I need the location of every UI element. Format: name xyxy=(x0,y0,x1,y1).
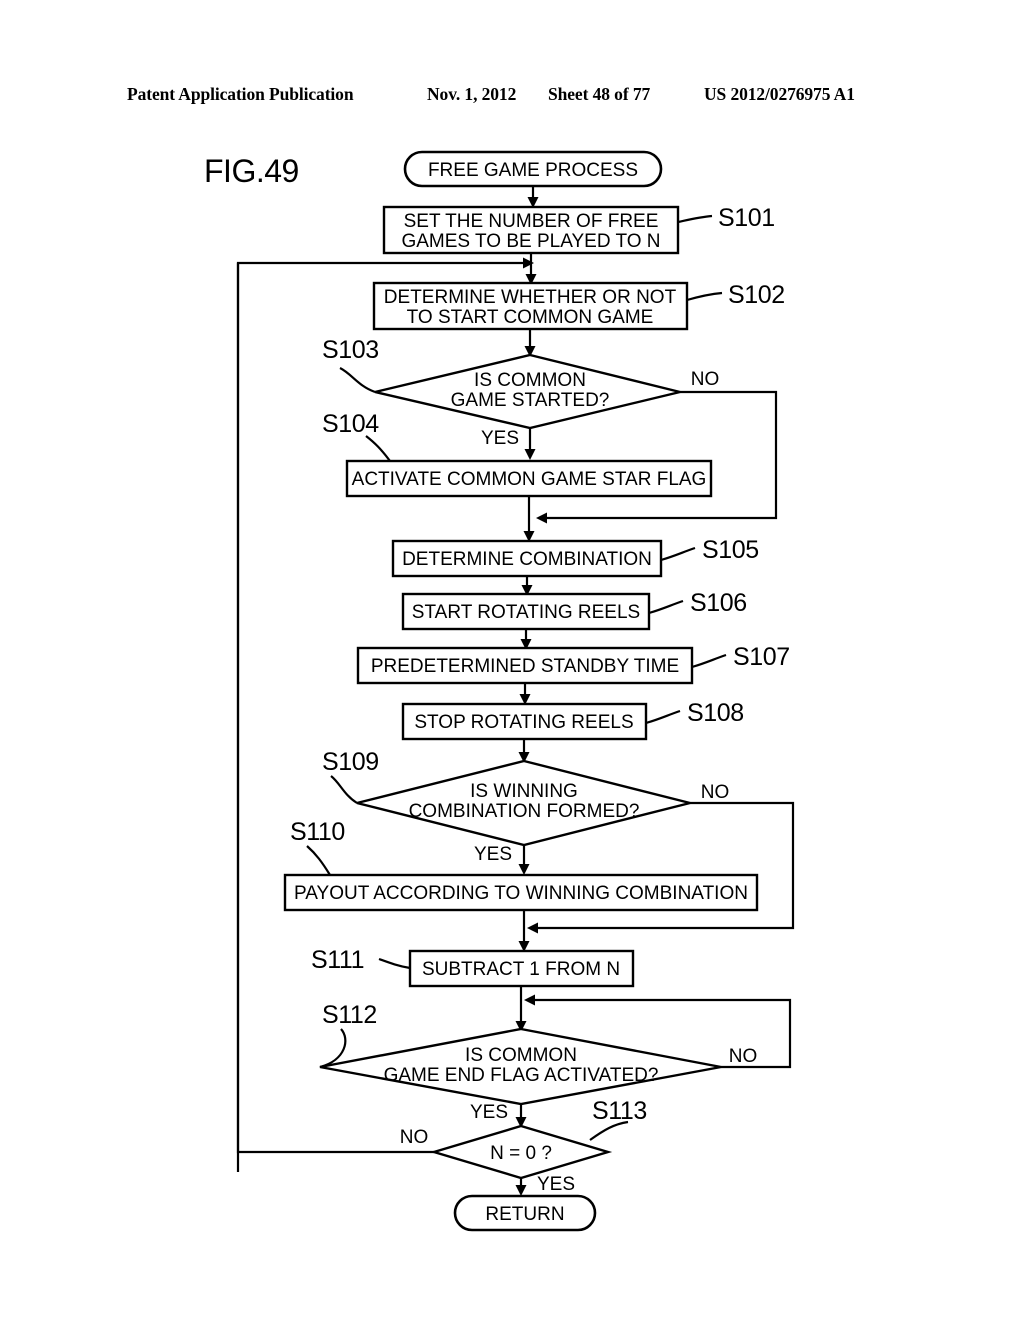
branch-label-s109-yes: YES xyxy=(474,844,512,865)
node-s105-label: DETERMINE COMBINATION xyxy=(402,549,652,570)
node-s110-process: PAYOUT ACCORDING TO WINNING COMBINATION xyxy=(283,873,759,912)
node-s110-label: PAYOUT ACCORDING TO WINNING COMBINATION xyxy=(294,883,748,904)
node-s109-label-line1: IS WINNING xyxy=(470,781,578,802)
leader-s103 xyxy=(339,367,376,394)
node-s102-process: DETERMINE WHETHER OR NOT TO START COMMON… xyxy=(372,281,689,331)
patent-drawing-page: Patent Application Publication Nov. 1, 2… xyxy=(0,0,1024,1320)
edge-s103-yes xyxy=(524,428,536,460)
leader-s105 xyxy=(660,546,696,562)
leader-s104 xyxy=(365,435,391,462)
node-s113-decision: N = 0 ? xyxy=(429,1124,613,1180)
leader-s106 xyxy=(648,599,684,615)
node-s108-label: STOP ROTATING REELS xyxy=(414,712,633,733)
leader-s108 xyxy=(645,709,681,725)
branch-label-s113-yes: YES xyxy=(537,1174,575,1195)
edge-s112-yes xyxy=(515,1104,527,1128)
flowchart-canvas: FREE GAME PROCESS SET THE NUMBER OF FREE… xyxy=(236,150,795,1232)
edge-s111-to-s112 xyxy=(515,986,527,1032)
step-label-s106: S106 xyxy=(690,589,747,617)
step-label-s113: S113 xyxy=(592,1097,647,1125)
node-s106-process: START ROTATING REELS xyxy=(401,592,651,631)
step-label-s103: S103 xyxy=(322,336,379,364)
leader-s112 xyxy=(319,1028,347,1069)
node-s106-label: START ROTATING REELS xyxy=(412,602,640,623)
leader-s109 xyxy=(330,775,358,804)
node-s112-decision: IS COMMON GAME END FLAG ACTIVATED? xyxy=(319,1027,722,1106)
node-s111-process: SUBTRACT 1 FROM N xyxy=(408,949,635,988)
node-s102-label-line1: DETERMINE WHETHER OR NOT xyxy=(384,287,677,308)
node-s107-label: PREDETERMINED STANDBY TIME xyxy=(371,656,679,677)
node-s104-label: ACTIVATE COMMON GAME STAR FLAG xyxy=(352,469,707,490)
edge-s109-yes xyxy=(518,845,530,875)
node-start-label: FREE GAME PROCESS xyxy=(428,160,638,181)
branch-label-s103-yes: YES xyxy=(481,428,519,449)
edge-s102-to-s103 xyxy=(524,329,536,357)
leader-s101 xyxy=(677,214,713,224)
step-label-s110: S110 xyxy=(290,818,345,846)
node-return-terminator: RETURN xyxy=(453,1194,597,1232)
step-label-s101: S101 xyxy=(718,204,775,232)
edge-s113-yes xyxy=(515,1178,527,1196)
node-start-terminator: FREE GAME PROCESS xyxy=(403,150,663,188)
node-s112-label-line1: IS COMMON xyxy=(465,1045,577,1066)
node-return-label: RETURN xyxy=(485,1204,564,1225)
node-s104-process: ACTIVATE COMMON GAME STAR FLAG xyxy=(345,459,713,498)
step-label-s107: S107 xyxy=(733,643,790,671)
node-s102-label-line2: TO START COMMON GAME xyxy=(407,307,654,328)
leader-s111 xyxy=(378,957,411,970)
node-s101-label-line1: SET THE NUMBER OF FREE xyxy=(404,211,659,232)
step-label-s112: S112 xyxy=(322,1001,377,1029)
node-s107-process: PREDETERMINED STANDBY TIME xyxy=(356,646,694,685)
edge-s110-to-s111 xyxy=(518,910,530,952)
branch-label-s113-no: NO xyxy=(400,1127,429,1148)
step-label-s102: S102 xyxy=(728,281,785,309)
step-label-s111: S111 xyxy=(311,946,364,974)
edge-s104-to-s105 xyxy=(523,496,535,542)
node-s101-process: SET THE NUMBER OF FREE GAMES TO BE PLAYE… xyxy=(382,205,680,255)
branch-label-s109-no: NO xyxy=(701,782,730,803)
node-s103-label-line1: IS COMMON xyxy=(474,370,586,391)
step-label-s105: S105 xyxy=(702,536,759,564)
edge-s107-to-s108 xyxy=(519,683,531,705)
node-s112-label-line2: GAME END FLAG ACTIVATED? xyxy=(384,1065,659,1086)
leader-s110 xyxy=(306,845,331,876)
step-label-s104: S104 xyxy=(322,410,379,438)
node-s113-label: N = 0 ? xyxy=(490,1143,552,1164)
branch-label-s112-no: NO xyxy=(729,1046,758,1067)
node-s109-decision: IS WINNING COMBINATION FORMED? xyxy=(356,759,691,847)
leader-s102 xyxy=(686,291,723,302)
node-s111-label: SUBTRACT 1 FROM N xyxy=(422,959,620,980)
leader-s107 xyxy=(691,653,727,669)
node-s101-label-line2: GAMES TO BE PLAYED TO N xyxy=(401,231,660,252)
node-s108-process: STOP ROTATING REELS xyxy=(401,702,648,741)
branch-label-s103-no: NO xyxy=(691,369,720,390)
edge-s108-to-s109 xyxy=(518,739,530,763)
step-label-s109: S109 xyxy=(322,748,379,776)
edge-start-to-s101 xyxy=(527,186,539,208)
node-s103-decision: IS COMMON GAME STARTED? xyxy=(374,353,681,430)
branch-label-s112-yes: YES xyxy=(470,1102,508,1123)
edge-s101-to-s102 xyxy=(525,253,537,285)
node-s103-label-line2: GAME STARTED? xyxy=(451,390,610,411)
node-s109-label-line2: COMBINATION FORMED? xyxy=(409,801,640,822)
node-s105-process: DETERMINE COMBINATION xyxy=(391,539,663,578)
step-label-s108: S108 xyxy=(687,699,744,727)
